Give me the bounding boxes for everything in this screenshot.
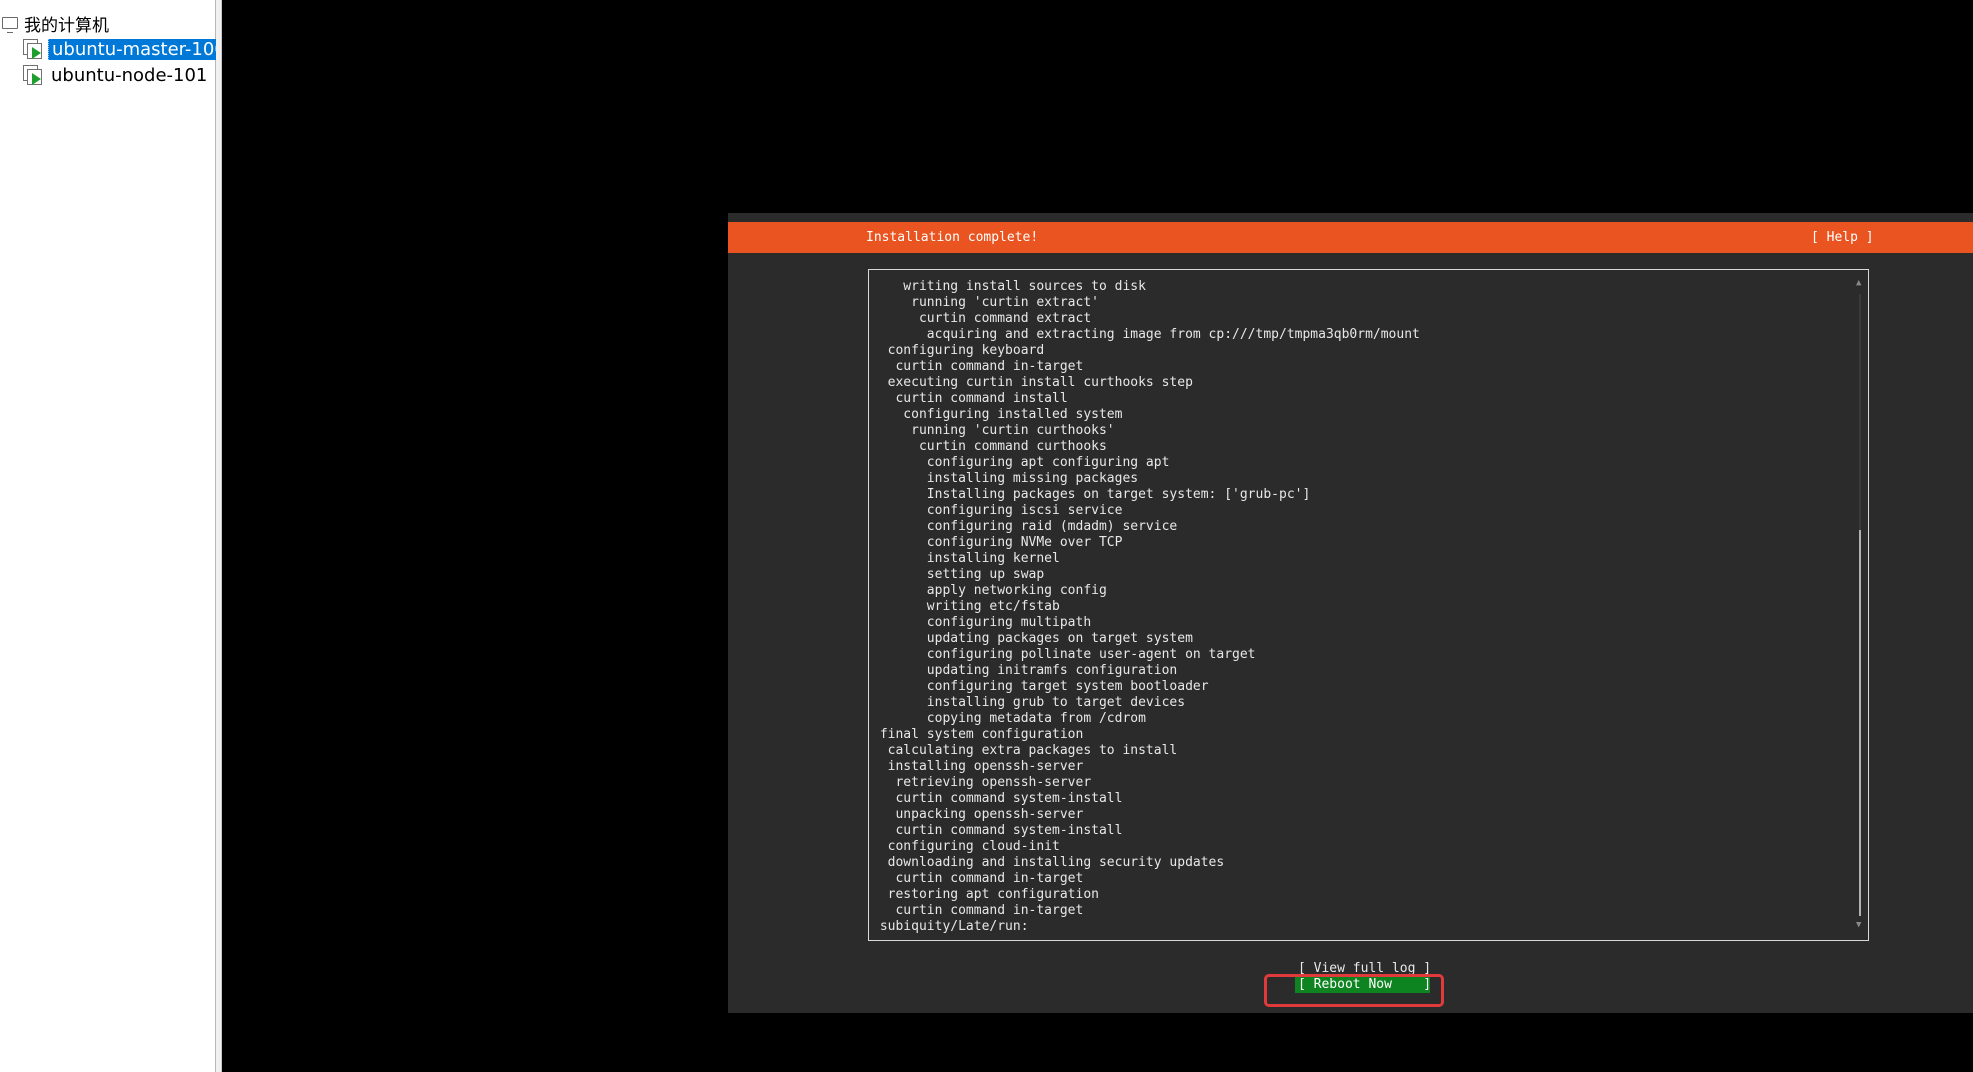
log-line: curtin command in-target	[872, 871, 1084, 886]
log-line: running 'curtin extract'	[872, 295, 1099, 310]
installer-title-bar: Installation complete! [ Help ]	[728, 222, 1973, 253]
scroll-track[interactable]	[1859, 294, 1861, 916]
log-scrollbar[interactable]: ▲ ▼	[1856, 278, 1864, 930]
scroll-down-arrow-icon[interactable]: ▼	[1856, 920, 1861, 930]
log-line: installing missing packages	[872, 471, 1139, 486]
log-line: configuring apt configuring apt	[872, 455, 1170, 470]
log-line: curtin command in-target	[872, 903, 1084, 918]
log-line: configuring multipath	[872, 615, 1092, 630]
log-line: configuring raid (mdadm) service	[872, 519, 1178, 534]
view-full-log-button[interactable]: [ View full log ]	[1298, 961, 1431, 976]
log-line: acquiring and extracting image from cp:/…	[872, 327, 1420, 342]
log-line: subiquity/Late/run:	[872, 919, 1029, 934]
log-line: curtin command in-target	[872, 359, 1084, 374]
installer-title: Installation complete!	[866, 230, 1039, 245]
log-line: Installing packages on target system: ['…	[872, 487, 1311, 502]
help-button[interactable]: [ Help ]	[1811, 230, 1874, 245]
log-line: configuring cloud-init	[872, 839, 1060, 854]
vm-item-ubuntu-node[interactable]: ubuntu-node-101	[22, 62, 210, 88]
vm-item-label: ubuntu-master-100	[48, 38, 230, 60]
log-line: restoring apt configuration	[872, 887, 1099, 902]
tree-root-my-computer[interactable]: 我的计算机	[0, 10, 109, 36]
vm-item-ubuntu-master[interactable]: ubuntu-master-100	[22, 36, 238, 62]
log-line: configuring target system bootloader	[872, 679, 1209, 694]
log-line: curtin command extract	[872, 311, 1092, 326]
log-line: configuring NVMe over TCP	[872, 535, 1123, 550]
log-line: installing openssh-server	[872, 759, 1084, 774]
log-line: updating packages on target system	[872, 631, 1193, 646]
vm-item-label: ubuntu-node-101	[51, 64, 208, 86]
log-line: executing curtin install curthooks step	[872, 375, 1193, 390]
log-line: curtin command install	[872, 391, 1068, 406]
log-line: curtin command system-install	[872, 791, 1123, 806]
log-line: running 'curtin curthooks'	[872, 423, 1115, 438]
log-line: curtin command curthooks	[872, 439, 1107, 454]
log-line: downloading and installing security upda…	[872, 855, 1225, 870]
log-line: configuring iscsi service	[872, 503, 1123, 518]
log-line: calculating extra packages to install	[872, 743, 1178, 758]
log-line: configuring installed system	[872, 407, 1123, 422]
tree-root-label: 我的计算机	[24, 15, 109, 36]
log-line: installing grub to target devices	[872, 695, 1186, 710]
log-line: apply networking config	[872, 583, 1107, 598]
log-line: writing etc/fstab	[872, 599, 1060, 614]
log-line: writing install sources to disk	[872, 279, 1146, 294]
log-line: updating initramfs configuration	[872, 663, 1178, 678]
log-line: configuring pollinate user-agent on targ…	[872, 647, 1256, 662]
log-line: curtin command system-install	[872, 823, 1123, 838]
log-line: unpacking openssh-server	[872, 807, 1084, 822]
log-line: final system configuration	[872, 727, 1084, 742]
vm-running-icon	[22, 64, 44, 86]
scroll-up-arrow-icon[interactable]: ▲	[1856, 278, 1861, 288]
vm-running-icon	[22, 38, 44, 60]
computer-icon	[2, 17, 18, 33]
log-line: configuring keyboard	[872, 343, 1045, 358]
log-line: retrieving openssh-server	[872, 775, 1092, 790]
install-log-list: writing install sources to disk running …	[872, 279, 1420, 935]
scroll-thumb[interactable]	[1859, 530, 1861, 916]
log-line: installing kernel	[872, 551, 1060, 566]
reboot-now-button[interactable]: [ Reboot Now ]	[1295, 977, 1431, 993]
log-line: setting up swap	[872, 567, 1045, 582]
installer-screen: Installation complete! [ Help ] writing …	[728, 213, 1973, 1013]
vm-library-sidebar: 我的计算机 ubuntu-master-100 ubuntu-node-101	[0, 0, 230, 1072]
log-line: copying metadata from /cdrom	[872, 711, 1146, 726]
install-log-panel[interactable]: writing install sources to disk running …	[868, 269, 1869, 941]
